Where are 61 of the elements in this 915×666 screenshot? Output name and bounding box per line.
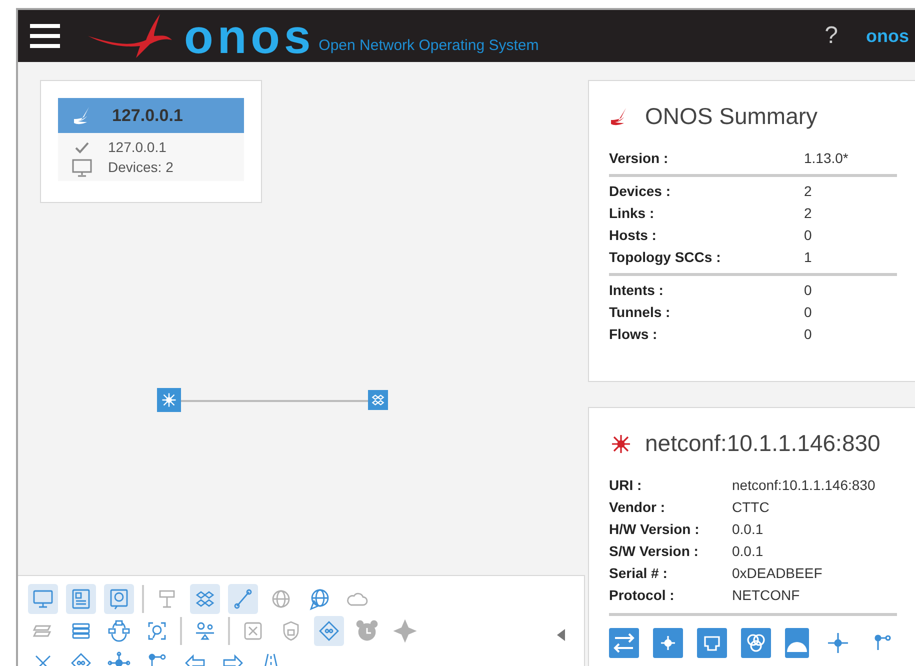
monitor-icon <box>72 159 92 177</box>
logo-text: onos <box>184 18 315 58</box>
ethernet-button[interactable] <box>697 628 727 658</box>
panel-title: ONOS Summary <box>645 103 818 130</box>
field-label: Serial # : <box>609 565 668 581</box>
star-icon <box>393 619 417 643</box>
toolbar-button[interactable] <box>228 584 258 614</box>
field-value: NETCONF <box>732 587 801 603</box>
field-label: Devices : <box>609 183 672 199</box>
flows-button[interactable] <box>609 628 639 658</box>
gauge-icon <box>787 642 807 652</box>
collapse-icon[interactable] <box>556 628 566 642</box>
instance-header[interactable]: 127.0.0.1 <box>58 98 244 133</box>
groups-button[interactable] <box>741 628 771 658</box>
star-burst-icon <box>160 391 178 409</box>
field-label: URI : <box>609 477 643 493</box>
field-value: 0 <box>804 227 813 243</box>
field-label: Protocol : <box>609 587 676 603</box>
device-node[interactable] <box>368 390 388 410</box>
instance-title: 127.0.0.1 <box>112 106 183 126</box>
field-label: Intents : <box>609 282 664 298</box>
field-label: Hosts : <box>609 227 658 243</box>
field-value: netconf:10.1.1.146:830 <box>732 477 876 493</box>
field-label: Flows : <box>609 326 658 342</box>
field-value: 0.0.1 <box>732 543 764 559</box>
menu-button[interactable] <box>30 24 60 48</box>
user-name[interactable]: onos <box>866 26 909 46</box>
cycle-icon <box>107 619 131 643</box>
toolbar-button[interactable] <box>28 584 58 614</box>
device-count: Devices: 2 <box>108 159 174 177</box>
device-node[interactable] <box>157 388 181 412</box>
field-label: Links : <box>609 205 656 221</box>
toolbar-button[interactable] <box>104 584 134 614</box>
instance-address: 127.0.0.1 <box>108 139 168 157</box>
field-label: Tunnels : <box>609 304 672 320</box>
field-value: 2 <box>804 183 813 199</box>
field-value: CTTC <box>732 499 770 515</box>
globe-cursor-icon <box>307 587 331 611</box>
field-value: 1.13.0* <box>804 150 850 166</box>
diamond-icon <box>317 619 341 643</box>
field-label: Version : <box>609 150 670 166</box>
ports-button[interactable] <box>653 628 683 658</box>
field-label: Vendor : <box>609 499 666 515</box>
switches-icon <box>370 392 386 408</box>
toolbar-button[interactable] <box>314 616 344 646</box>
field-value: 0 <box>804 304 813 320</box>
field-value: 0xDEADBEEF <box>732 565 824 581</box>
meters-button[interactable] <box>785 628 809 658</box>
field-label: Topology SCCs : <box>609 249 722 265</box>
toolbar-button[interactable] <box>190 584 220 614</box>
field-value: 1 <box>804 249 813 265</box>
tagline: Open Network Operating System <box>318 37 539 54</box>
field-value: 0 <box>804 282 813 298</box>
field-label: H/W Version : <box>609 521 700 537</box>
panel-title: netconf:10.1.1.146:830 <box>645 430 880 457</box>
field-value: 0.0.1 <box>732 521 764 537</box>
field-label: S/W Version : <box>609 543 700 559</box>
toolbar-button[interactable] <box>66 584 96 614</box>
field-value: 0 <box>804 326 813 342</box>
help-button[interactable]: ? <box>824 22 838 50</box>
field-value: 2 <box>804 205 813 221</box>
